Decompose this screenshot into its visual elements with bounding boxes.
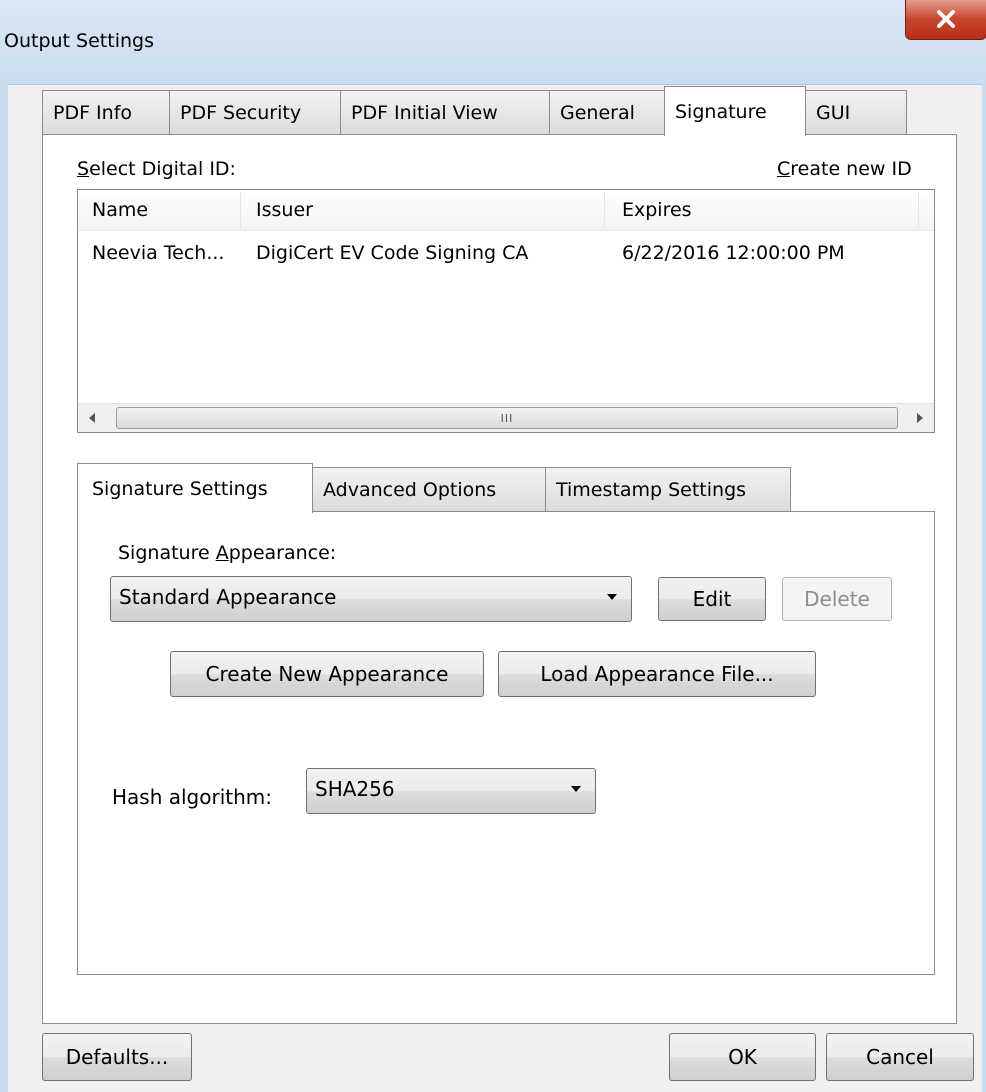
signature-appearance-select[interactable]: Standard Appearance (110, 576, 632, 622)
tab-timestamp-settings[interactable]: Timestamp Settings (545, 467, 791, 511)
tab-gui[interactable]: GUI (805, 90, 907, 134)
tab-pdf-security[interactable]: PDF Security (169, 90, 341, 134)
list-header: Name Issuer Expires (78, 190, 934, 231)
column-header-name[interactable]: Name (92, 199, 148, 221)
triangle-left-icon (89, 413, 95, 423)
scroll-right-button[interactable] (906, 404, 934, 432)
tab-signature[interactable]: Signature (664, 86, 806, 136)
dropdown-arrow-icon (607, 594, 617, 600)
triangle-right-icon (917, 413, 923, 423)
tab-advanced-options[interactable]: Advanced Options (312, 467, 546, 511)
load-appearance-file-button[interactable]: Load Appearance File... (498, 651, 816, 697)
column-separator[interactable] (240, 192, 241, 228)
delete-button: Delete (782, 577, 892, 621)
scroll-grip: III (500, 411, 514, 425)
create-new-appearance-button[interactable]: Create New Appearance (170, 651, 484, 697)
cancel-button[interactable]: Cancel (826, 1033, 974, 1081)
tab-general[interactable]: General (549, 90, 665, 134)
tab-pdf-initial-view[interactable]: PDF Initial View (340, 90, 550, 134)
hash-algorithm-select[interactable]: SHA256 (306, 768, 596, 814)
hash-algorithm-label: Hash algorithm: (112, 785, 273, 809)
dropdown-arrow-icon (571, 786, 581, 792)
row-issuer: DigiCert EV Code Signing CA (256, 242, 529, 264)
scroll-thumb[interactable]: III (116, 407, 898, 429)
window-frame-left (0, 84, 8, 1092)
signature-appearance-label: Signature Appearance: (118, 542, 337, 564)
create-new-id-link[interactable]: Create new ID (777, 158, 912, 180)
horizontal-scrollbar[interactable]: III (78, 403, 934, 432)
title-bar: Output Settings (0, 0, 986, 85)
window-title: Output Settings (4, 30, 154, 52)
close-icon (937, 10, 955, 28)
column-separator[interactable] (604, 192, 605, 228)
select-digital-id-label: Select Digital ID: (77, 158, 236, 180)
scroll-left-button[interactable] (78, 404, 106, 432)
column-separator[interactable] (918, 192, 919, 228)
column-header-expires[interactable]: Expires (622, 199, 692, 221)
tab-pdf-info[interactable]: PDF Info (42, 90, 170, 134)
row-name: Neevia Tech... (92, 242, 225, 264)
row-expires: 6/22/2016 12:00:00 PM (622, 242, 845, 264)
close-button[interactable] (905, 0, 986, 40)
digital-id-list[interactable]: Name Issuer Expires Neevia Tech... DigiC… (77, 189, 935, 433)
window-frame-right (982, 84, 986, 1092)
edit-button[interactable]: Edit (658, 577, 766, 621)
column-header-issuer[interactable]: Issuer (256, 199, 313, 221)
defaults-button[interactable]: Defaults... (42, 1033, 192, 1081)
tab-signature-settings[interactable]: Signature Settings (77, 463, 313, 513)
ok-button[interactable]: OK (669, 1033, 816, 1081)
